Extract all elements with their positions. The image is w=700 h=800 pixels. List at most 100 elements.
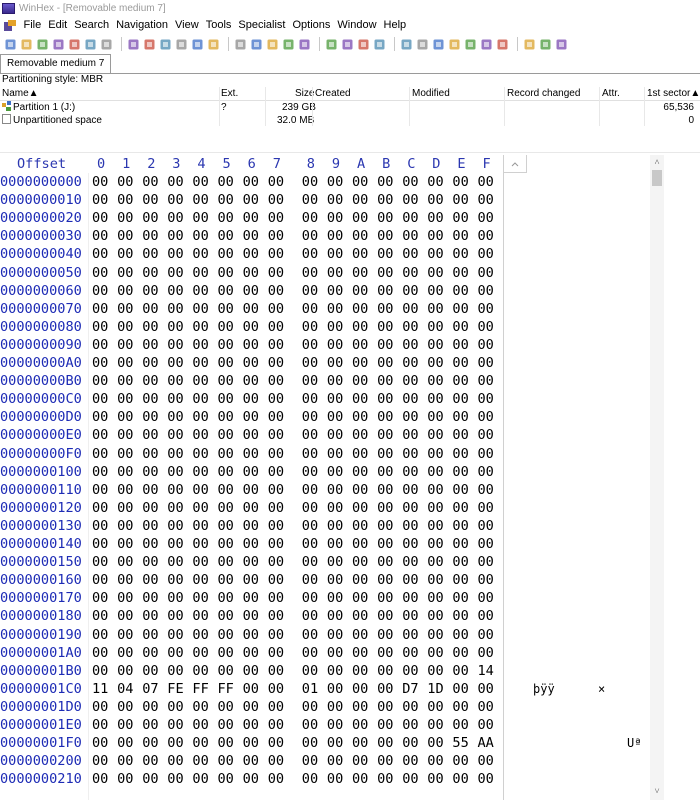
hex-byte[interactable]: 00 [243, 173, 259, 191]
hex-byte[interactable]: 00 [117, 770, 133, 788]
hex-byte[interactable]: 00 [427, 662, 443, 680]
hex-byte[interactable]: 00 [167, 245, 183, 263]
hex-byte[interactable]: 00 [92, 607, 108, 625]
hex-byte[interactable]: 00 [478, 372, 494, 390]
hex-byte[interactable]: 00 [352, 770, 368, 788]
hex-byte[interactable]: 00 [377, 445, 393, 463]
hex-byte[interactable]: 00 [268, 734, 284, 752]
hex-byte[interactable]: 00 [402, 245, 418, 263]
hex-byte[interactable]: 00 [92, 463, 108, 481]
hex-byte[interactable]: 00 [377, 571, 393, 589]
row-offset[interactable]: 0000000210 [0, 770, 82, 788]
hex-byte[interactable]: 00 [427, 318, 443, 336]
hex-byte[interactable]: 00 [117, 734, 133, 752]
hex-byte[interactable]: 00 [427, 354, 443, 372]
hex-byte[interactable]: 00 [218, 282, 234, 300]
hex-byte[interactable]: 00 [327, 535, 343, 553]
hex-byte[interactable]: 00 [192, 245, 208, 263]
hex-byte[interactable]: 00 [302, 662, 318, 680]
hex-byte[interactable]: 00 [167, 426, 183, 444]
hex-byte[interactable]: 00 [478, 589, 494, 607]
hex-byte[interactable]: 00 [402, 770, 418, 788]
hex-byte[interactable]: 00 [478, 282, 494, 300]
hex-byte[interactable]: 00 [142, 698, 158, 716]
hex-byte[interactable]: 00 [327, 426, 343, 444]
hex-byte[interactable]: 00 [92, 734, 108, 752]
hex-byte[interactable]: 00 [352, 227, 368, 245]
menu-help[interactable]: Help [380, 17, 410, 34]
hex-byte[interactable]: 00 [377, 354, 393, 372]
hex-byte[interactable]: 00 [327, 481, 343, 499]
row-offset[interactable]: 0000000200 [0, 752, 82, 770]
hex-byte[interactable]: 00 [452, 607, 468, 625]
hex-byte[interactable]: 00 [192, 517, 208, 535]
hex-byte[interactable]: 00 [478, 698, 494, 716]
hex-byte[interactable]: 00 [402, 173, 418, 191]
hex-byte[interactable]: 00 [142, 227, 158, 245]
hex-byte[interactable]: 00 [243, 191, 259, 209]
hex-byte[interactable]: 00 [377, 752, 393, 770]
hex-byte[interactable]: 00 [352, 408, 368, 426]
hex-byte[interactable]: 00 [142, 209, 158, 227]
hex-byte[interactable]: 00 [327, 191, 343, 209]
hex-byte[interactable]: 00 [352, 426, 368, 444]
hex-byte[interactable]: 00 [327, 209, 343, 227]
hex-byte[interactable]: 00 [478, 264, 494, 282]
hex-byte[interactable]: 00 [452, 662, 468, 680]
hex-byte[interactable]: 00 [142, 571, 158, 589]
hex-byte[interactable]: 00 [377, 499, 393, 517]
hex-byte[interactable]: 00 [142, 318, 158, 336]
hex-byte[interactable]: 00 [243, 499, 259, 517]
hex-byte[interactable]: 00 [452, 644, 468, 662]
hex-byte[interactable]: 00 [167, 607, 183, 625]
row-offset[interactable]: 00000001F0 [0, 734, 82, 752]
hex-byte[interactable]: 00 [478, 390, 494, 408]
hex-byte[interactable]: 00 [117, 752, 133, 770]
hex-byte[interactable]: 00 [268, 517, 284, 535]
open-folder-icon[interactable] [84, 38, 97, 51]
hex-byte[interactable]: 00 [218, 662, 234, 680]
goto-sector-icon[interactable] [341, 38, 354, 51]
hex-byte[interactable]: 00 [327, 300, 343, 318]
hex-byte[interactable]: 00 [452, 191, 468, 209]
hex-byte[interactable]: 00 [192, 300, 208, 318]
hex-byte[interactable]: 00 [327, 173, 343, 191]
system-menu-icon[interactable] [3, 19, 17, 32]
hex-byte[interactable]: 00 [92, 191, 108, 209]
hex-byte[interactable]: 00 [117, 209, 133, 227]
row-offset[interactable]: 00000001B0 [0, 662, 82, 680]
hex-byte[interactable]: 00 [427, 571, 443, 589]
hex-byte[interactable]: 00 [167, 662, 183, 680]
paste-icon[interactable] [159, 38, 172, 51]
hex-byte[interactable]: 00 [478, 626, 494, 644]
hex-byte[interactable]: 00 [452, 517, 468, 535]
hex-byte[interactable]: 00 [377, 680, 393, 698]
hex-byte[interactable]: 00 [167, 553, 183, 571]
col-created[interactable]: Created [315, 87, 351, 100]
hex-byte[interactable]: 00 [377, 191, 393, 209]
hex-byte[interactable]: 00 [377, 644, 393, 662]
col-first-sector[interactable]: 1st sector▲ [647, 87, 700, 100]
find-text-icon[interactable] [234, 38, 247, 51]
hex-byte[interactable]: 00 [142, 191, 158, 209]
hex-byte[interactable]: 00 [452, 336, 468, 354]
hex-byte[interactable]: 00 [218, 716, 234, 734]
hex-byte[interactable]: 00 [192, 499, 208, 517]
hex-byte[interactable]: 00 [268, 644, 284, 662]
hex-byte[interactable]: 00 [243, 445, 259, 463]
hex-byte[interactable]: 00 [218, 553, 234, 571]
hex-byte[interactable]: 00 [142, 716, 158, 734]
partition-row[interactable]: Unpartitioned space 32.0 MB 0 [0, 114, 700, 127]
hex-byte[interactable]: 00 [478, 445, 494, 463]
hex-byte[interactable]: 00 [302, 734, 318, 752]
hex-byte[interactable]: 00 [402, 698, 418, 716]
hex-byte[interactable]: 00 [427, 245, 443, 263]
hex-byte[interactable]: 00 [377, 264, 393, 282]
hex-byte[interactable]: 00 [268, 607, 284, 625]
hex-byte[interactable]: 00 [192, 426, 208, 444]
hex-byte[interactable]: 00 [427, 553, 443, 571]
hex-byte[interactable]: 00 [352, 571, 368, 589]
hex-byte[interactable]: 00 [142, 499, 158, 517]
hex-byte[interactable]: 00 [452, 626, 468, 644]
hex-byte[interactable]: 00 [243, 535, 259, 553]
